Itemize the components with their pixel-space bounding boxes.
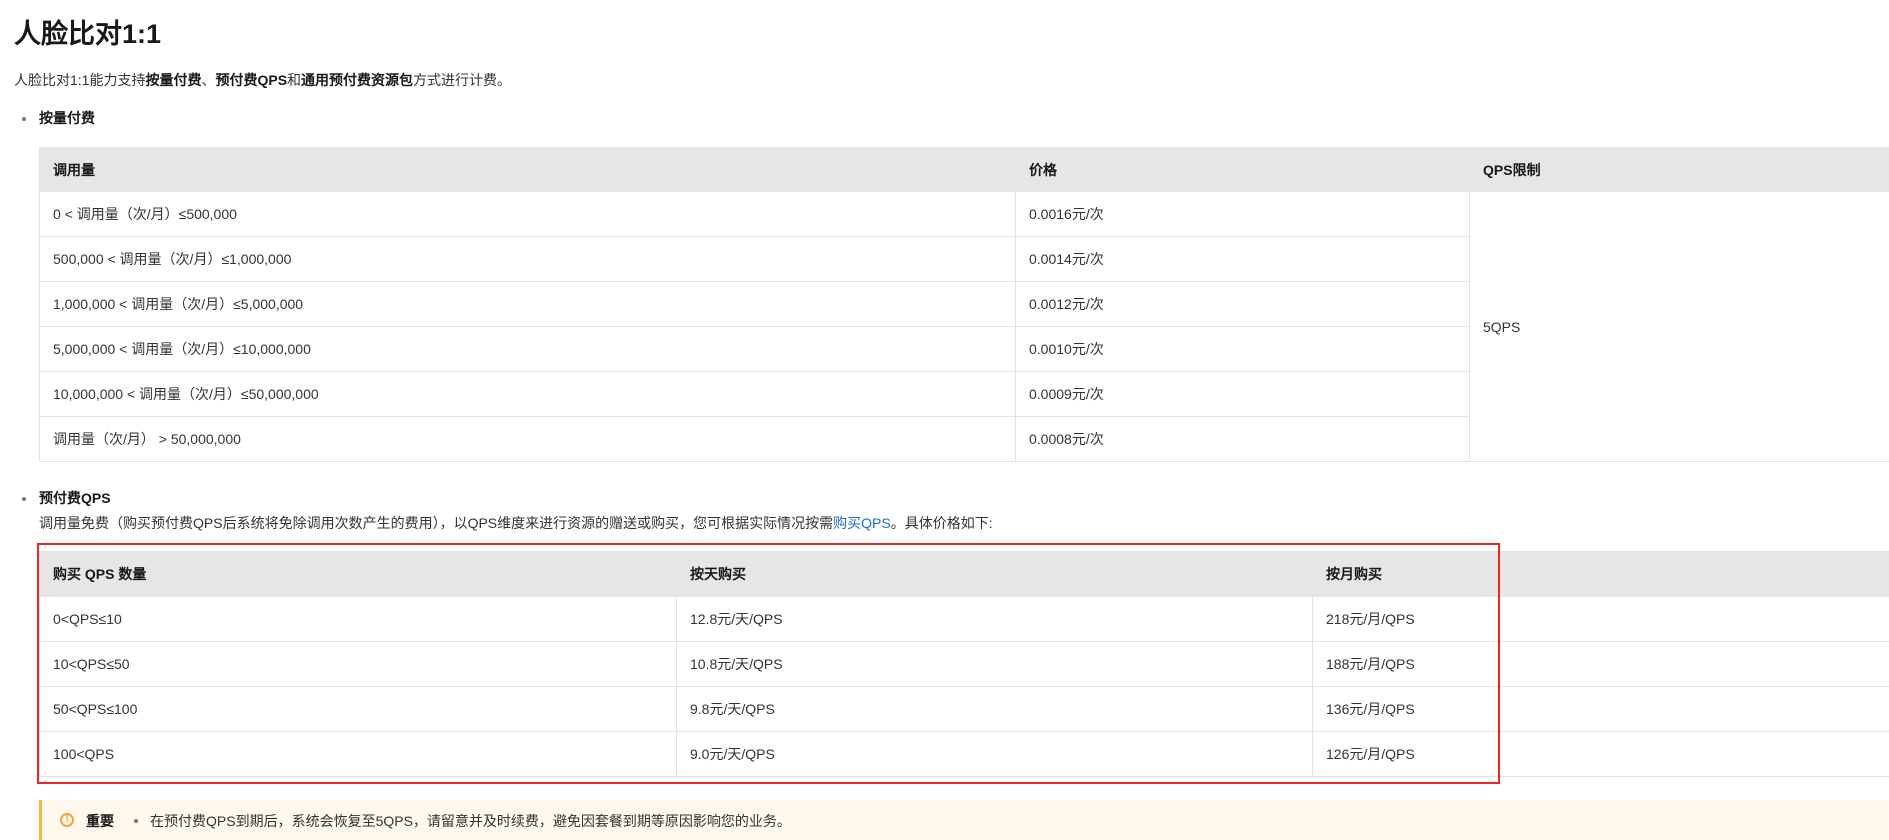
page-title: 人脸比对1:1: [14, 14, 161, 54]
table-row: 100<QPS 9.0元/天/QPS 126元/月/QPS: [40, 732, 1889, 777]
price-cell: 0.0008元/次: [1016, 417, 1470, 462]
daily-price-cell: 10.8元/天/QPS: [677, 642, 1313, 687]
notice-label: 重要: [86, 811, 114, 831]
column-header-daily: 按天购买: [677, 552, 1313, 597]
volume-range-cell: 1,000,000 < 调用量（次/月）≤5,000,000: [40, 282, 1016, 327]
intro-sep-2: 和: [287, 72, 301, 88]
intro-bold-pay-as-you-go: 按量付费: [145, 72, 201, 88]
pricing-page: 人脸比对1:1 人脸比对1:1能力支持按量付费、预付费QPS和通用预付费资源包方…: [0, 0, 1889, 827]
prepaid-qps-description: 调用量免费（购买预付费QPS后系统将免除调用次数产生的费用），以QPS维度来进行…: [39, 513, 993, 533]
column-header-volume: 调用量: [40, 148, 1016, 192]
important-notice: ! 重要 在预付费QPS到期后，系统会恢复至5QPS，请留意并及时续费，避免因套…: [39, 800, 1889, 840]
table-header-row: 购买 QPS 数量 按天购买 按月购买: [40, 552, 1889, 597]
description-suffix: 。具体价格如下:: [891, 515, 993, 531]
description-prefix: 调用量免费（购买预付费QPS后系统将免除调用次数产生的费用），以QPS维度来进行…: [39, 515, 833, 531]
buy-qps-link[interactable]: 购买QPS: [833, 515, 891, 531]
qps-quantity-cell: 10<QPS≤50: [40, 642, 677, 687]
section-heading-label: 预付费QPS: [39, 488, 111, 508]
daily-price-cell: 9.8元/天/QPS: [677, 687, 1313, 732]
volume-range-cell: 5,000,000 < 调用量（次/月）≤10,000,000: [40, 327, 1016, 372]
table-row: 0<QPS≤10 12.8元/天/QPS 218元/月/QPS: [40, 597, 1889, 642]
column-header-monthly: 按月购买: [1313, 552, 1889, 597]
intro-prefix: 人脸比对1:1能力支持: [14, 72, 145, 88]
price-cell: 0.0009元/次: [1016, 372, 1470, 417]
volume-range-cell: 0 < 调用量（次/月）≤500,000: [40, 192, 1016, 237]
column-header-qps-limit: QPS限制: [1470, 148, 1889, 192]
table-row: 50<QPS≤100 9.8元/天/QPS 136元/月/QPS: [40, 687, 1889, 732]
monthly-price-cell: 126元/月/QPS: [1313, 732, 1889, 777]
daily-price-cell: 12.8元/天/QPS: [677, 597, 1313, 642]
intro-sep-1: 、: [201, 72, 215, 88]
qps-limit-cell: 5QPS: [1470, 192, 1889, 462]
bullet-dot: [22, 117, 26, 121]
bullet-dot: [134, 819, 138, 823]
price-cell: 0.0014元/次: [1016, 237, 1470, 282]
pay-as-you-go-table: 调用量 价格 QPS限制 0 < 调用量（次/月）≤500,000 0.0016…: [39, 147, 1889, 462]
monthly-price-cell: 218元/月/QPS: [1313, 597, 1889, 642]
table-header-row: 调用量 价格 QPS限制: [40, 148, 1889, 192]
intro-bold-resource-pack: 通用预付费资源包: [301, 72, 413, 88]
volume-range-cell: 500,000 < 调用量（次/月）≤1,000,000: [40, 237, 1016, 282]
table-row: 0 < 调用量（次/月）≤500,000 0.0016元/次 5QPS: [40, 192, 1889, 237]
price-cell: 0.0010元/次: [1016, 327, 1470, 372]
table-row: 10<QPS≤50 10.8元/天/QPS 188元/月/QPS: [40, 642, 1889, 687]
notice-text: 在预付费QPS到期后，系统会恢复至5QPS，请留意并及时续费，避免因套餐到期等原…: [150, 811, 791, 831]
monthly-price-cell: 136元/月/QPS: [1313, 687, 1889, 732]
bullet-dot: [22, 497, 26, 501]
intro-text: 人脸比对1:1能力支持按量付费、预付费QPS和通用预付费资源包方式进行计费。: [14, 70, 511, 90]
section-heading-label: 按量付费: [39, 108, 95, 128]
daily-price-cell: 9.0元/天/QPS: [677, 732, 1313, 777]
intro-suffix: 方式进行计费。: [413, 72, 511, 88]
price-cell: 0.0012元/次: [1016, 282, 1470, 327]
qps-quantity-cell: 0<QPS≤10: [40, 597, 677, 642]
monthly-price-cell: 188元/月/QPS: [1313, 642, 1889, 687]
prepaid-qps-table: 购买 QPS 数量 按天购买 按月购买 0<QPS≤10 12.8元/天/QPS…: [39, 551, 1889, 777]
qps-quantity-cell: 100<QPS: [40, 732, 677, 777]
qps-quantity-cell: 50<QPS≤100: [40, 687, 677, 732]
price-cell: 0.0016元/次: [1016, 192, 1470, 237]
warning-icon: !: [60, 813, 74, 827]
volume-range-cell: 10,000,000 < 调用量（次/月）≤50,000,000: [40, 372, 1016, 417]
column-header-qps-quantity: 购买 QPS 数量: [40, 552, 677, 597]
intro-bold-prepaid-qps: 预付费QPS: [215, 72, 287, 88]
volume-range-cell: 调用量（次/月） > 50,000,000: [40, 417, 1016, 462]
column-header-price: 价格: [1016, 148, 1470, 192]
